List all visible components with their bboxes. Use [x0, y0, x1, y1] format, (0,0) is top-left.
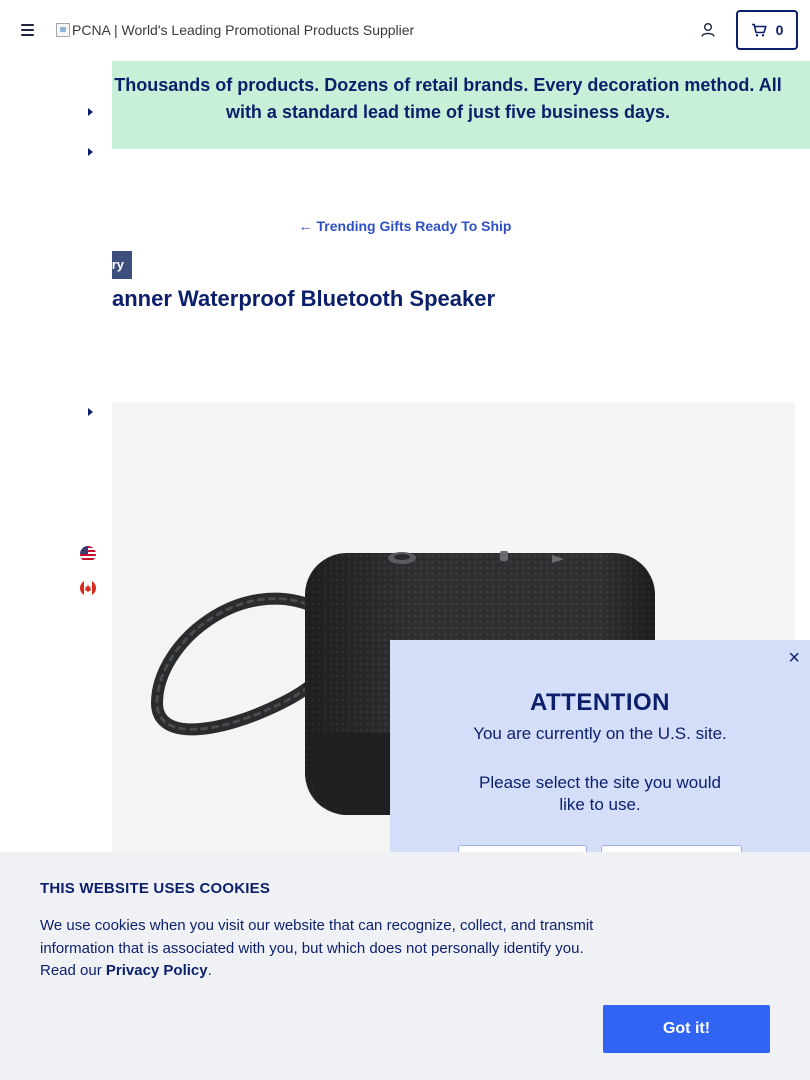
promo-text-line-1: Thousands of products. Dozens of retail …	[114, 75, 782, 95]
cart-icon	[751, 23, 767, 37]
cookie-title: THIS WEBSITE USES COOKIES	[40, 880, 271, 897]
cookie-text: We use cookies when you visit our websit…	[40, 915, 600, 983]
chevron-right-icon[interactable]	[88, 108, 93, 116]
page: PCNA | World's Leading Promotional Produ…	[0, 0, 810, 1080]
cart-count: 0	[775, 22, 784, 38]
broken-image-icon	[56, 23, 70, 37]
cookie-banner: THIS WEBSITE USES COOKIES We use cookies…	[0, 852, 810, 1080]
privacy-policy-link[interactable]: Privacy Policy	[106, 962, 208, 979]
site-logo[interactable]: PCNA | World's Leading Promotional Produ…	[56, 21, 414, 39]
accept-cookies-button[interactable]: Got it!	[603, 1005, 770, 1053]
promo-text-line-2: with a standard lead time of just five b…	[225, 102, 671, 122]
cart-button[interactable]: 0	[736, 10, 798, 50]
close-icon[interactable]: ×	[788, 648, 800, 668]
modal-prompt: Please select the site you would like to…	[479, 773, 721, 814]
logo-alt-text: PCNA | World's Leading Promotional Produ…	[72, 22, 415, 38]
chevron-right-icon[interactable]	[88, 408, 93, 416]
promo-banner: Thousands of products. Dozens of retail …	[0, 61, 810, 149]
site-selector-modal: × ATTENTION You are currently on the U.S…	[390, 640, 810, 881]
cookie-period: .	[207, 962, 212, 979]
category-tag-label: ry	[111, 257, 124, 272]
promo-text: Thousands of products. Dozens of retail …	[98, 72, 798, 126]
product-title: anner Waterproof Bluetooth Speaker	[112, 286, 496, 311]
user-icon[interactable]	[699, 21, 717, 39]
us-flag-icon[interactable]	[80, 546, 96, 562]
site-header: PCNA | World's Leading Promotional Produ…	[0, 0, 810, 61]
chevron-right-icon[interactable]	[88, 148, 93, 156]
hamburger-icon[interactable]	[20, 22, 36, 38]
arrow-left-icon: ←	[298, 218, 313, 234]
canada-flag-icon[interactable]	[80, 580, 96, 596]
modal-title: ATTENTION	[529, 689, 671, 716]
side-drawer	[0, 61, 112, 861]
modal-current-site: You are currently on the U.S. site.	[473, 724, 727, 743]
back-to-category-link[interactable]: ← Trending Gifts Ready To Ship	[0, 218, 810, 234]
back-link-label: Trending Gifts Ready To Ship	[316, 218, 512, 234]
